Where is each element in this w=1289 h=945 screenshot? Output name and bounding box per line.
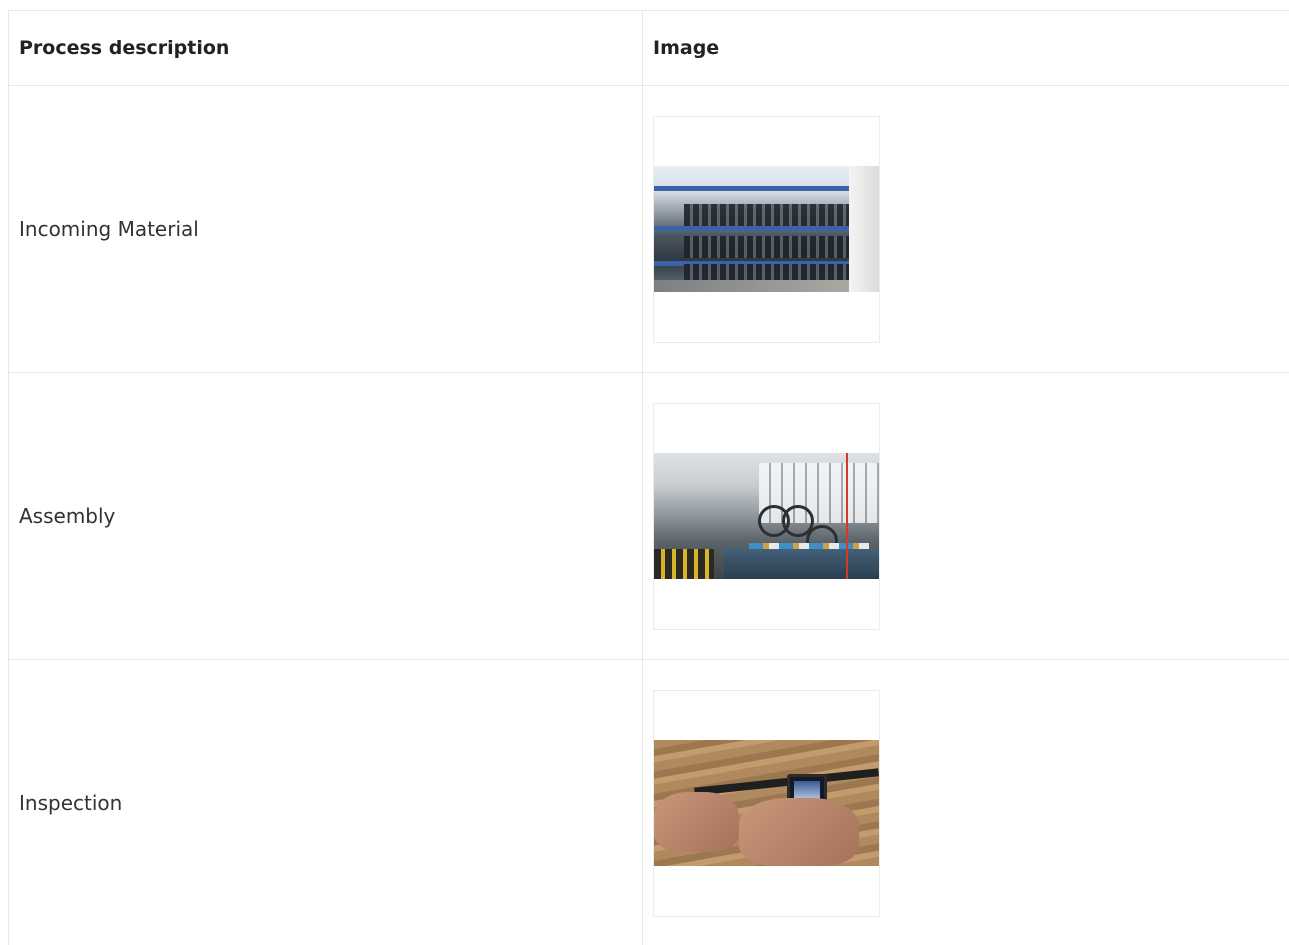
table-row: Inspection	[8, 659, 1289, 945]
assembly-photo[interactable]	[654, 453, 879, 579]
process-table: Process description Image Incoming Mater…	[8, 10, 1289, 945]
incoming-material-photo[interactable]	[654, 166, 879, 292]
process-table-container: Process description Image Incoming Mater…	[8, 10, 1289, 945]
image-frame[interactable]	[653, 402, 880, 630]
process-description-cell: Assembly	[8, 372, 643, 660]
table-row: Incoming Material	[8, 85, 1289, 373]
header-process-description: Process description	[8, 10, 643, 86]
process-description-cell: Inspection	[8, 659, 643, 945]
image-cell	[642, 85, 1289, 373]
header-image: Image	[642, 10, 1289, 86]
image-frame[interactable]	[653, 115, 880, 343]
table-header-row: Process description Image	[8, 10, 1289, 86]
image-cell	[642, 659, 1289, 945]
process-description-cell: Incoming Material	[8, 85, 643, 373]
table-row: Assembly	[8, 372, 1289, 660]
inspection-photo[interactable]	[654, 740, 879, 866]
image-frame[interactable]	[653, 689, 880, 917]
image-cell	[642, 372, 1289, 660]
